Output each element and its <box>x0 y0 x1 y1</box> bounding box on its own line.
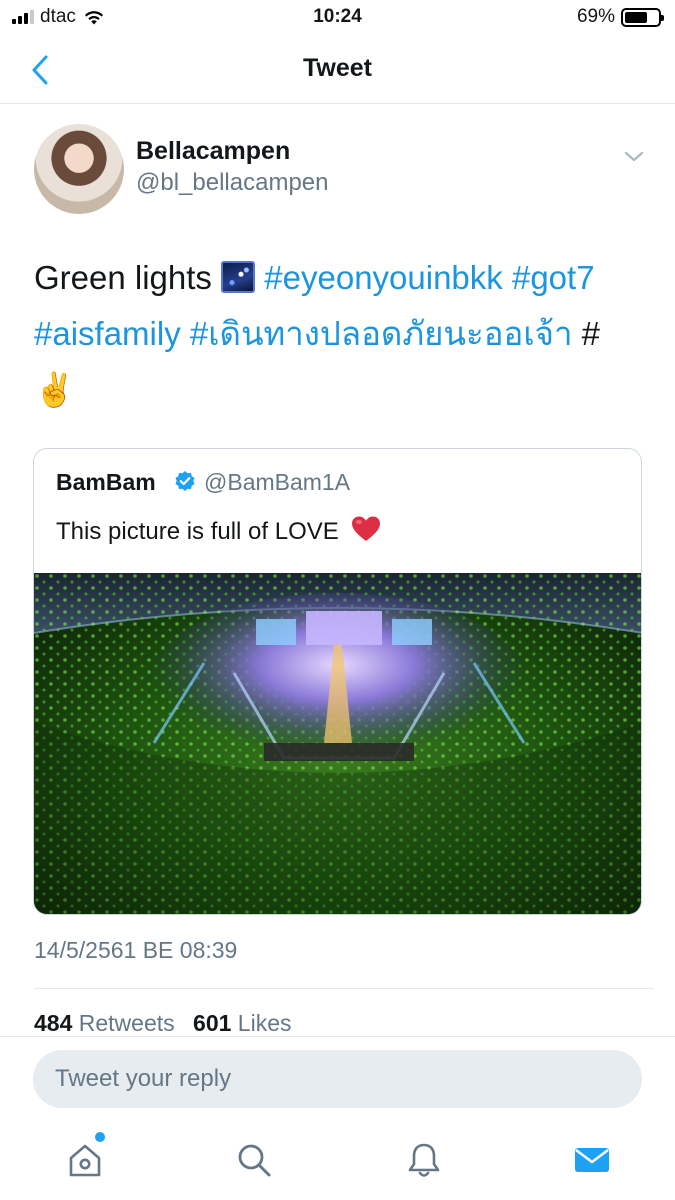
hashtag-link[interactable]: #got7 <box>512 259 595 296</box>
battery-level <box>625 11 648 23</box>
quoted-tweet-text: This picture is full of LOVE <box>56 515 381 550</box>
search-icon <box>238 1144 271 1177</box>
status-bar: dtac 10:24 69% <box>0 0 675 36</box>
red-heart-icon <box>351 515 381 550</box>
milky-way-emoji-icon <box>221 261 256 293</box>
tab-home[interactable] <box>63 1132 107 1182</box>
victory-hand-emoji-icon: ✌️ <box>34 371 76 408</box>
wifi-icon <box>84 11 103 25</box>
battery-icon <box>621 7 664 27</box>
tweet-timestamp: 14/5/2561 BE 08:39 <box>34 937 238 963</box>
likes-label[interactable]: Likes <box>238 1010 292 1036</box>
retweets-count[interactable]: 484 <box>34 1010 72 1036</box>
carrier-name: dtac <box>40 6 76 27</box>
notification-dot <box>95 1132 105 1142</box>
quoted-author-handle: @BamBam1A <box>204 469 351 495</box>
tab-messages[interactable] <box>570 1138 614 1182</box>
avatar[interactable] <box>34 124 124 214</box>
tab-notifications[interactable] <box>402 1138 446 1182</box>
hashtag-symbol: # <box>581 315 601 352</box>
hashtag-link[interactable]: #เดินทางปลอดภัยนะออเจ้า <box>190 315 573 352</box>
battery-percent: 69% <box>576 6 615 27</box>
quoted-author-name: BamBam <box>56 469 156 495</box>
quoted-text: This picture is full of LOVE <box>56 518 339 545</box>
author-handle[interactable]: @bl_bellacampen <box>136 169 328 197</box>
status-right: 69% <box>576 6 664 28</box>
chevron-down-icon <box>624 151 644 162</box>
status-left: dtac <box>12 6 106 28</box>
concert-arena-image <box>34 573 641 914</box>
tweet-text-start: Green lights <box>34 259 212 296</box>
retweets-label[interactable]: Retweets <box>79 1010 175 1036</box>
verified-badge-icon <box>175 471 195 491</box>
tab-bar <box>0 1090 675 1200</box>
mail-icon <box>575 1148 609 1172</box>
page-title: Tweet <box>303 54 372 82</box>
author-name[interactable]: Bellacampen <box>136 137 290 166</box>
tweet-text: Green lights #eyeonyouinbkk #got7 #aisfa… <box>34 250 644 418</box>
bell-icon <box>408 1143 440 1177</box>
hashtag-link[interactable]: #eyeonyouinbkk <box>264 259 503 296</box>
hashtag-link[interactable]: #aisfamily <box>34 315 181 352</box>
tab-search[interactable] <box>232 1138 276 1182</box>
quoted-tweet-card[interactable]: BamBam @BamBam1A This picture is full of… <box>33 448 642 915</box>
likes-count[interactable]: 601 <box>193 1010 231 1036</box>
divider <box>34 988 654 989</box>
more-options-button[interactable] <box>620 142 648 170</box>
nav-bar: Tweet <box>0 36 675 104</box>
tweet-stats: 484 Retweets 601 Likes <box>34 1010 292 1037</box>
home-icon <box>69 1144 101 1177</box>
signal-icon <box>12 10 34 24</box>
